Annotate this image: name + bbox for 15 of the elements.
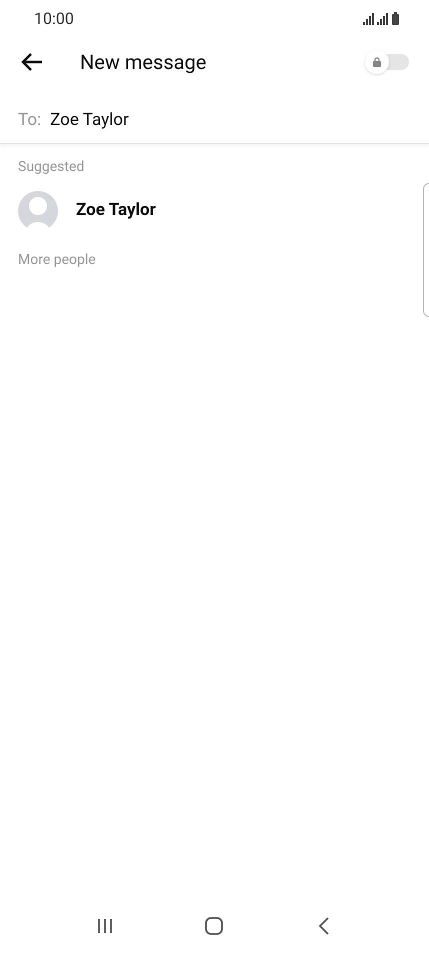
section-heading: More people <box>18 251 96 270</box>
recipient-field[interactable]: To: Zoe Taylor <box>0 98 429 144</box>
screen-title: New message <box>80 49 208 76</box>
contact-name: Zoe Taylor <box>76 199 156 222</box>
home-icon <box>204 916 224 936</box>
recent-apps-icon <box>96 918 113 934</box>
status-time: 10:00 <box>34 8 74 30</box>
avatar-icon <box>18 191 58 231</box>
recipient-value: Zoe Taylor <box>50 108 129 132</box>
lock-icon <box>373 57 381 67</box>
to-label: To: <box>18 108 42 132</box>
section-heading: Suggested <box>18 158 84 177</box>
back-arrow-icon <box>20 52 44 72</box>
contact-item[interactable]: Zoe Taylor <box>18 191 162 231</box>
back-chevron-icon <box>318 917 330 935</box>
